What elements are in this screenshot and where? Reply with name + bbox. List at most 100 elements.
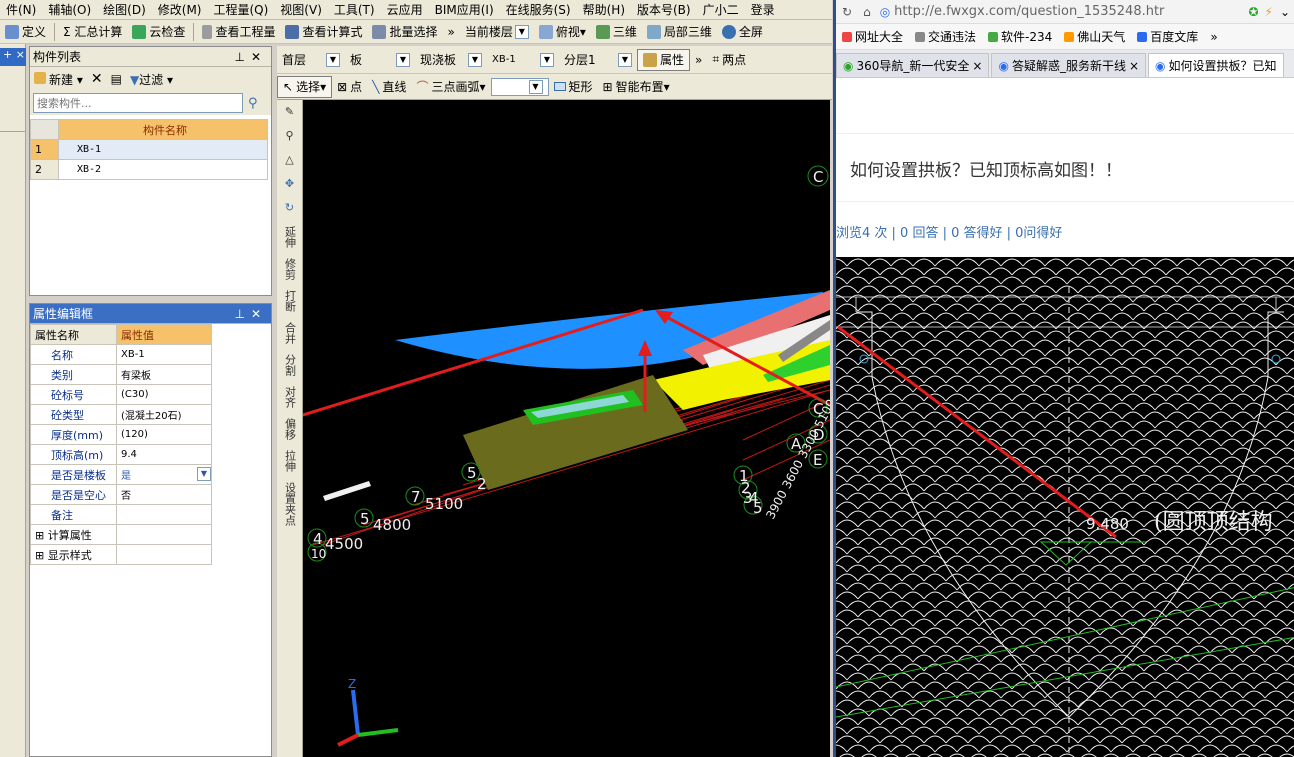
toolbar-overflow-2[interactable]: » [690,49,707,71]
property-row[interactable]: 砼标号 (C30) [30,384,212,405]
bookmark-item[interactable]: 软件-234 [988,28,1052,45]
bookmark-item[interactable]: 百度文库 [1137,28,1198,45]
property-row[interactable]: 顶标高(m) 9.4 [30,444,212,465]
property-button[interactable]: 属性 [637,48,691,71]
property-value[interactable] [116,544,212,565]
cloud-check-button[interactable]: 云检查 [127,21,190,43]
property-row[interactable]: 厚度(mm) (120) [30,424,212,445]
three-d-button[interactable]: 三维 [591,21,642,43]
point-button[interactable]: ⊠ 点 [332,76,367,98]
component-name-header[interactable]: 构件名称 [58,119,268,140]
arc-mode-select[interactable]: ▼ [490,77,549,96]
refresh-icon[interactable]: ↻ [842,5,852,19]
property-value[interactable]: 否 [116,484,212,505]
arc-button[interactable]: ⌒ 三点画弧 ▾ [411,76,490,98]
menu-item[interactable]: 在线服务(S) [500,1,577,18]
table-row[interactable]: 1 XB-1 [30,139,268,160]
url-field[interactable]: http://e.fwxgx.com/question_1535248.htr [894,4,1245,19]
toolbar-overflow-1[interactable]: » [442,21,459,43]
property-row[interactable]: 砼类型 (混凝土20石) [30,404,212,425]
plan-view-button[interactable]: 俯视 ▾ [534,21,591,43]
menu-item[interactable]: 件(N) [0,1,42,18]
new-component-button[interactable]: 新建 ▾ [34,71,83,88]
rect-button[interactable]: 矩形 [549,76,598,98]
property-row[interactable]: 是否是楼板是 ▼ [30,464,212,485]
menu-item[interactable]: BIM应用(I) [429,1,500,18]
property-row[interactable]: 是否是空心否 [30,484,212,505]
question-stats[interactable]: 浏览4 次 | 0 回答 | 0 答得好 | 0问得好 [836,201,1294,241]
subtype-select[interactable]: 现浇板 ▼ [415,49,487,71]
panel-pin-close-icons[interactable]: ⊥✕ [234,50,267,64]
menu-item[interactable]: 视图(V) [274,1,328,18]
property-value[interactable]: (C30) [116,384,212,405]
filter-button[interactable]: ▼过滤 ▾ [130,71,173,88]
vertical-tool-item[interactable]: 对齐 [282,382,298,412]
vertical-tool-item[interactable]: 拉伸 [282,446,298,476]
property-value[interactable]: 有梁板 [116,364,212,385]
smart-layout-button[interactable]: ⊞ 智能布置 ▾ [598,76,675,98]
drawing-canvas[interactable]: 7 5100 5 2 5 4800 4 4500 10 C C D A E 1 … [303,100,830,757]
property-row[interactable]: ⊞ 显示样式 [30,544,212,565]
menu-item[interactable]: 工程量(Q) [207,1,274,18]
brush-icon[interactable]: ✎ [277,100,302,124]
view-formula-button[interactable]: 查看计算式 [280,21,367,43]
property-value[interactable]: (120) [116,424,212,445]
line-button[interactable]: ╲ 直线 [367,76,411,98]
vertical-tool-item[interactable]: 偏移 [282,414,298,444]
property-row[interactable]: 备注 [30,504,212,525]
expand-icon[interactable]: ⊞ [35,529,48,542]
left-nav-active[interactable]: + × [0,48,26,66]
two-point-button[interactable]: ⌗ 两点 [707,49,751,71]
move-icon[interactable]: ⚲ [277,124,302,148]
browser-tab[interactable]: ◉ 答疑解惑_服务新干线 × [991,53,1147,77]
close-icon[interactable]: × [972,59,982,73]
delete-icon[interactable]: ✕ [91,71,103,87]
copy-icon[interactable]: ▤ [111,72,122,86]
view-quantity-button[interactable]: 查看工程量 [197,21,280,43]
bookmarks-overflow[interactable]: » [1210,30,1217,44]
property-value[interactable]: 是 ▼ [116,464,212,485]
close-icon[interactable]: × [1129,59,1139,73]
floor-select[interactable]: 首层 ▼ [277,49,345,71]
chevron-down-icon[interactable]: ⌄ [1280,5,1290,19]
vertical-tool-item[interactable]: 设置夹点 [282,478,298,530]
vertical-tool-item[interactable]: 合并 [282,318,298,348]
chevron-down-icon[interactable]: ▼ [197,467,211,481]
vertical-tool-item[interactable]: 打断 [282,286,298,316]
speed-icon[interactable]: ✪ [1248,5,1258,19]
component-search-input[interactable] [33,93,243,113]
property-row[interactable]: 类别 有梁板 [30,364,212,385]
vertical-tool-item[interactable]: 延伸 [282,222,298,252]
menu-item[interactable]: 云应用 [381,1,429,18]
home-icon[interactable]: ⌂ [863,5,871,19]
menu-item[interactable]: 版本号(B) [631,1,697,18]
menu-item[interactable]: 广小二 [697,1,745,18]
search-icon[interactable]: ⚲ [248,96,258,111]
property-value[interactable]: XB-1 [116,344,212,365]
menu-item[interactable]: 工具(T) [328,1,381,18]
local-3d-button[interactable]: 局部三维 [642,21,717,43]
pan-icon[interactable]: ✥ [277,172,302,196]
vertical-tool-item[interactable]: 修剪 [282,254,298,284]
property-value[interactable]: (混凝土20石) [116,404,212,425]
fullscreen-button[interactable]: 全屏 [717,21,768,43]
bookmark-item[interactable]: 交通违法 [915,28,976,45]
browser-tab[interactable]: ◉ 360导航_新一代安全 × [836,53,990,77]
bookmark-item[interactable]: 佛山天气 [1064,28,1125,45]
current-floor-dropdown[interactable]: 当前楼层 ▼ [460,21,534,43]
lightning-icon[interactable]: ⚡ [1265,5,1273,19]
rotate-icon[interactable]: ↻ [277,196,302,220]
menu-item[interactable]: 绘图(D) [97,1,152,18]
define-button[interactable]: 定义 [0,21,51,43]
property-row[interactable]: ⊞ 计算属性 [30,524,212,545]
property-row[interactable]: 名称 XB-1 [30,344,212,365]
mirror-icon[interactable]: △ [277,148,302,172]
menu-item[interactable]: 登录 [745,1,781,18]
panel-pin-close-icons[interactable]: ⊥✕ [234,307,267,321]
property-value[interactable]: 9.4 [116,444,212,465]
type-select[interactable]: 板 ▼ [345,49,415,71]
browser-tab[interactable]: ◉ 如何设置拱板？已知 [1148,53,1284,77]
batch-select-button[interactable]: 批量选择 [367,21,442,43]
bookmark-item[interactable]: 网址大全 [842,28,903,45]
layer-select[interactable]: 分层1 ▼ [559,49,637,71]
